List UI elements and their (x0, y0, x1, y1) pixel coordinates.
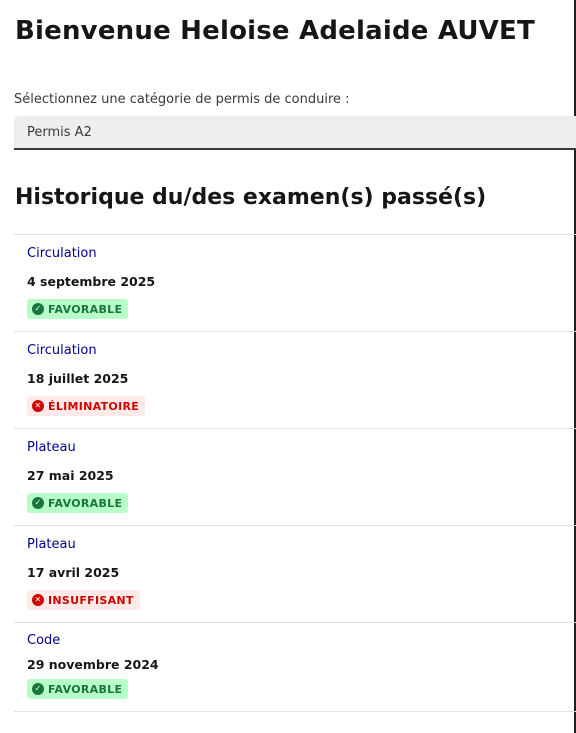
exam-history-title: Historique du/des examen(s) passé(s) (15, 185, 487, 210)
exam-result-badge: ✕ ÉLIMINATOIRE (27, 396, 146, 416)
exam-result-badge: ✓ FAVORABLE (27, 493, 129, 513)
license-category-select[interactable]: Permis A2 (14, 116, 576, 150)
exam-date: 27 mai 2025 (27, 468, 114, 483)
exam-result-badge: ✓ FAVORABLE (27, 679, 129, 699)
check-icon: ✓ (32, 497, 44, 509)
exam-type: Circulation (27, 246, 97, 261)
exam-result-badge: ✓ FAVORABLE (27, 299, 129, 319)
exam-item: Code 29 novembre 2024 ✓ FAVORABLE (14, 622, 576, 712)
exam-type: Plateau (27, 537, 76, 552)
exam-result-badge: ✕ INSUFFISANT (27, 590, 140, 610)
cross-icon: ✕ (32, 400, 44, 412)
exam-item: Plateau 27 mai 2025 ✓ FAVORABLE (14, 428, 576, 525)
license-category-value: Permis A2 (27, 125, 92, 140)
page: Bienvenue Heloise Adelaide AUVET Sélecti… (0, 0, 576, 733)
exam-result-text: ÉLIMINATOIRE (48, 399, 140, 413)
exam-type: Circulation (27, 343, 97, 358)
exam-result-text: INSUFFISANT (48, 593, 134, 607)
exam-item: Circulation 18 juillet 2025 ✕ ÉLIMINATOI… (14, 331, 576, 428)
check-icon: ✓ (32, 303, 44, 315)
exam-history-list: Circulation 4 septembre 2025 ✓ FAVORABLE… (14, 234, 576, 712)
license-category-label: Sélectionnez une catégorie de permis de … (14, 92, 350, 107)
exam-date: 17 avril 2025 (27, 565, 120, 580)
exam-date: 18 juillet 2025 (27, 371, 129, 386)
exam-result-text: FAVORABLE (48, 682, 123, 696)
check-icon: ✓ (32, 683, 44, 695)
exam-item: Circulation 4 septembre 2025 ✓ FAVORABLE (14, 234, 576, 331)
cross-icon: ✕ (32, 594, 44, 606)
exam-type: Code (27, 633, 61, 648)
exam-type: Plateau (27, 440, 76, 455)
exam-date: 4 septembre 2025 (27, 274, 156, 289)
exam-date: 29 novembre 2024 (27, 657, 159, 672)
exam-result-text: FAVORABLE (48, 496, 123, 510)
welcome-heading: Bienvenue Heloise Adelaide AUVET (15, 16, 535, 46)
exam-item: Plateau 17 avril 2025 ✕ INSUFFISANT (14, 525, 576, 622)
exam-result-text: FAVORABLE (48, 302, 123, 316)
